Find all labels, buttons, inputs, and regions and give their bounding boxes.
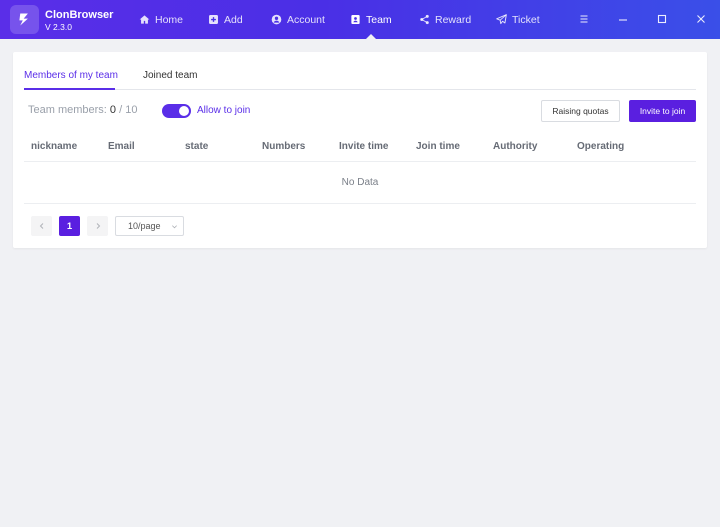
app-logo-icon bbox=[10, 5, 39, 34]
nav-add-label: Add bbox=[224, 13, 243, 26]
app-name: ClonBrowser bbox=[45, 9, 114, 21]
maximize-icon bbox=[657, 14, 667, 24]
table-header: nickname Email state Numbers Invite time… bbox=[24, 130, 696, 162]
chevron-left-icon bbox=[39, 223, 43, 229]
team-members-label: Team members: bbox=[28, 104, 107, 116]
send-icon bbox=[496, 14, 507, 25]
nav-team[interactable]: Team bbox=[350, 0, 392, 39]
team-tabs: Members of my team Joined team bbox=[24, 62, 696, 90]
share-icon bbox=[420, 14, 429, 25]
hamburger-icon bbox=[580, 15, 588, 23]
column-header-email: Email bbox=[108, 141, 135, 152]
invite-to-join-button[interactable]: Invite to join bbox=[629, 100, 696, 122]
team-icon bbox=[351, 15, 360, 24]
raising-quotas-button[interactable]: Raising quotas bbox=[541, 100, 620, 122]
nav-ticket[interactable]: Ticket bbox=[496, 0, 540, 39]
table-empty-state: No Data bbox=[24, 162, 696, 204]
toggle-knob bbox=[179, 106, 189, 116]
prev-page-button[interactable] bbox=[31, 216, 52, 236]
team-members-max: 10 bbox=[125, 104, 138, 116]
nav-home-label: Home bbox=[155, 13, 184, 26]
maximize-button[interactable] bbox=[655, 12, 669, 26]
page-size-value: 10/page bbox=[128, 221, 161, 231]
home-icon bbox=[139, 15, 150, 24]
top-bar: ClonBrowser V 2.3.0 Home Add Account Tea… bbox=[0, 0, 720, 39]
tab-joined-team[interactable]: Joined team bbox=[143, 70, 197, 81]
app-version: V 2.3.0 bbox=[45, 22, 72, 32]
column-header-numbers: Numbers bbox=[262, 141, 306, 152]
column-header-state: state bbox=[185, 141, 209, 152]
close-button[interactable] bbox=[694, 12, 708, 26]
active-tab-indicator bbox=[24, 88, 115, 90]
nav-account[interactable]: Account bbox=[271, 0, 325, 39]
column-header-authority: Authority bbox=[493, 141, 538, 152]
team-members-separator: / bbox=[116, 104, 126, 116]
tab-members-of-my-team[interactable]: Members of my team bbox=[24, 70, 118, 81]
account-icon bbox=[271, 14, 282, 25]
nav-account-label: Account bbox=[287, 13, 325, 26]
chevron-right-icon bbox=[96, 223, 100, 229]
column-header-join-time: Join time bbox=[416, 141, 460, 152]
page-size-select[interactable]: 10/page bbox=[115, 216, 184, 236]
column-header-nickname: nickname bbox=[31, 141, 78, 152]
next-page-button[interactable] bbox=[87, 216, 108, 236]
minimize-button[interactable] bbox=[616, 12, 630, 26]
nav-reward[interactable]: Reward bbox=[419, 0, 471, 39]
allow-join-toggle[interactable] bbox=[162, 104, 191, 118]
nav-home[interactable]: Home bbox=[139, 0, 183, 39]
minimize-icon bbox=[619, 19, 627, 21]
nav-ticket-label: Ticket bbox=[512, 13, 540, 26]
close-icon bbox=[697, 15, 705, 23]
nav-team-label: Team bbox=[366, 13, 392, 26]
team-members-count: Team members: 0 / 10 bbox=[28, 104, 137, 116]
add-icon bbox=[209, 15, 218, 24]
column-header-invite-time: Invite time bbox=[339, 141, 389, 152]
nav-reward-label: Reward bbox=[435, 13, 472, 26]
column-header-operating: Operating bbox=[577, 141, 625, 152]
menu-button[interactable] bbox=[577, 12, 591, 26]
allow-join-label: Allow to join bbox=[197, 105, 251, 116]
team-card: Members of my team Joined team Team memb… bbox=[13, 52, 707, 248]
nav-add[interactable]: Add bbox=[208, 0, 243, 39]
chevron-down-icon bbox=[172, 225, 177, 229]
page-number-current[interactable]: 1 bbox=[59, 216, 80, 236]
